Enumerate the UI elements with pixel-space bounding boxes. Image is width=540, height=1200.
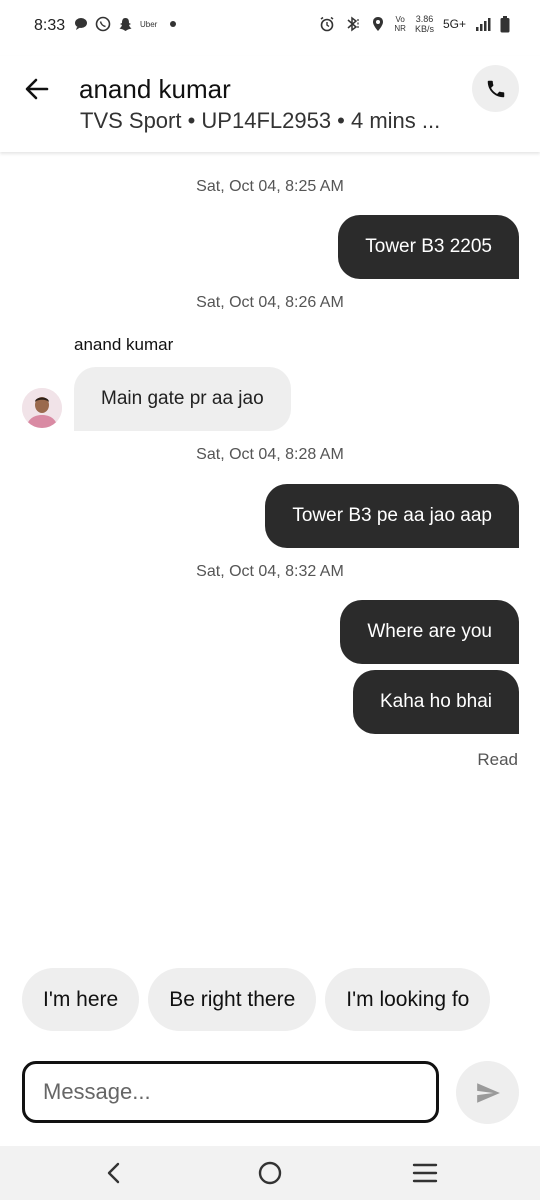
timestamp: Sat, Oct 04, 8:28 AM (196, 446, 344, 463)
bluetooth-icon (347, 16, 360, 32)
quick-reply-chip[interactable]: I'm looking fo (325, 968, 491, 1031)
contact-name: anand kumar (79, 74, 231, 104)
chat-header: anand kumar TVS Sport • UP14FL2953 • 4 m… (0, 56, 540, 152)
outgoing-message[interactable]: Tower B3 pe aa jao aap (265, 484, 519, 548)
system-nav-bar (0, 1146, 540, 1200)
phone-icon (487, 80, 504, 97)
driver-photo-icon (22, 388, 62, 428)
incoming-message[interactable]: Main gate pr aa jao (74, 367, 291, 431)
battery-icon (500, 15, 510, 32)
uber-label: Uber (140, 19, 158, 29)
nav-menu-button[interactable] (410, 1158, 440, 1188)
call-button[interactable] (472, 65, 519, 112)
timestamp: Sat, Oct 04, 8:26 AM (196, 294, 344, 311)
outgoing-message[interactable]: Where are you (340, 600, 519, 664)
menu-icon (412, 1163, 438, 1183)
outgoing-message[interactable]: Tower B3 2205 (338, 215, 519, 279)
status-time: 8:33 (34, 17, 66, 34)
volte-indicator: Vo NR (394, 15, 406, 33)
timestamp: Sat, Oct 04, 8:32 AM (196, 563, 344, 580)
outgoing-message[interactable]: Kaha ho bhai (353, 670, 519, 734)
volte-top: Vo (395, 15, 405, 24)
timestamp: Sat, Oct 04, 8:25 AM (196, 178, 344, 195)
whatsapp-icon (95, 16, 111, 32)
speed-unit: KB/s (414, 24, 434, 34)
message-input-box (22, 1061, 439, 1123)
nav-back-button[interactable] (99, 1158, 129, 1188)
nav-home-button[interactable] (255, 1158, 285, 1188)
system-icons: Vo NR 3.86 KB/s 5G+ (319, 14, 510, 34)
quick-replies: I'm here Be right there I'm looking fo (22, 968, 540, 1032)
quick-reply-chip[interactable]: Be right there (148, 968, 317, 1031)
status-bar: 8:33 Uber Vo NR 3.86 KB/s 5G+ (0, 0, 540, 56)
read-receipt: Read (477, 750, 518, 769)
trip-details: TVS Sport • UP14FL2953 • 4 mins ... (80, 108, 441, 133)
send-icon (476, 1082, 500, 1103)
message-input[interactable] (25, 1064, 423, 1120)
network-type: 5G+ (442, 17, 466, 31)
volte-bottom: NR (394, 24, 406, 33)
sender-name: anand kumar (74, 335, 174, 354)
circle-home-icon (258, 1161, 282, 1185)
speed-indicator: 3.86 KB/s (415, 14, 434, 34)
signal-icon (476, 18, 491, 31)
location-icon (373, 17, 384, 31)
avatar[interactable] (22, 388, 62, 428)
send-button[interactable] (456, 1061, 519, 1124)
message-icon (75, 18, 87, 30)
alarm-icon (320, 16, 334, 32)
back-button[interactable] (22, 74, 52, 104)
notification-icons: Uber (74, 16, 178, 32)
speed-value: 3.86 (415, 14, 434, 24)
chevron-left-icon (107, 1162, 120, 1184)
quick-reply-chip[interactable]: I'm here (22, 968, 140, 1031)
snapchat-icon (119, 17, 132, 31)
dot-icon (170, 21, 177, 27)
arrow-left-icon (25, 78, 49, 100)
